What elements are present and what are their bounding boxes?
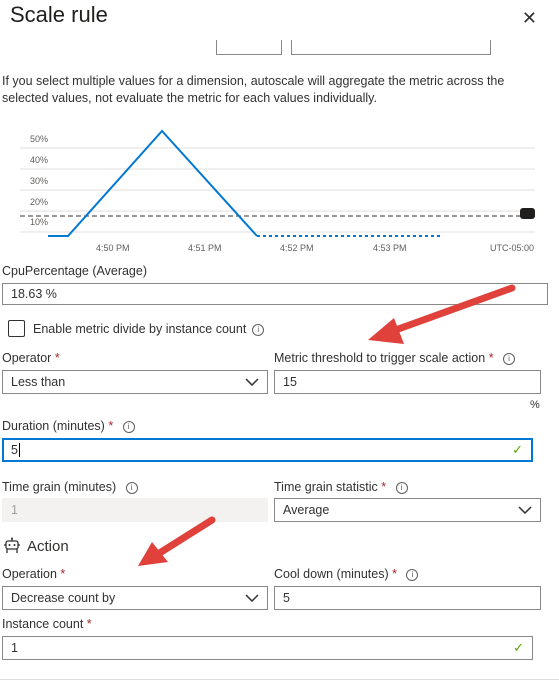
required-marker: * xyxy=(488,351,494,365)
operation-label-row: Operation * xyxy=(2,567,65,581)
operator-value: Less than xyxy=(11,375,66,389)
time-grain-statistic-label: Time grain statistic xyxy=(274,480,378,494)
instance-count-value: 1 xyxy=(11,641,18,655)
y-tick-50: 50% xyxy=(30,134,48,144)
checkmark-icon: ✓ xyxy=(513,640,524,655)
scrolled-dimension-operator[interactable] xyxy=(216,40,282,55)
time-grain-statistic-value: Average xyxy=(283,503,330,517)
operation-label: Operation xyxy=(2,567,57,581)
required-marker: * xyxy=(86,617,92,631)
time-grain-input: 1 xyxy=(2,498,268,522)
time-grain-value: 1 xyxy=(11,503,18,517)
time-grain-statistic-dropdown[interactable]: Average xyxy=(274,498,541,522)
chevron-down-icon xyxy=(245,594,259,602)
operation-dropdown[interactable]: Decrease count by xyxy=(2,586,268,610)
cool-down-value: 5 xyxy=(283,591,290,605)
y-tick-10: 10% xyxy=(30,217,48,227)
threshold-marker xyxy=(520,208,535,219)
divide-checkbox[interactable] xyxy=(8,320,25,337)
chevron-down-icon xyxy=(245,378,259,386)
cool-down-label-row: Cool down (minutes) * i xyxy=(274,567,419,581)
time-grain-label-row: Time grain (minutes) i xyxy=(2,480,138,494)
info-icon[interactable]: i xyxy=(122,420,135,433)
action-heading: Action xyxy=(27,538,69,555)
scrolled-dimension-values[interactable] xyxy=(291,40,491,55)
info-icon[interactable]: i xyxy=(252,323,265,336)
dimension-info-text: If you select multiple values for a dime… xyxy=(2,74,505,105)
required-marker: * xyxy=(54,351,60,365)
duration-label-row: Duration (minutes) * i xyxy=(2,419,135,433)
close-icon[interactable]: ✕ xyxy=(522,8,537,29)
chevron-down-icon xyxy=(518,506,532,514)
time-grain-label: Time grain (minutes) xyxy=(2,480,117,494)
threshold-input[interactable]: 15 xyxy=(274,370,541,394)
text-cursor xyxy=(18,443,20,457)
info-icon[interactable]: i xyxy=(503,352,516,365)
operator-dropdown[interactable]: Less than xyxy=(2,370,268,394)
duration-value: 5 xyxy=(11,443,18,457)
x-tick-453: 4:53 PM xyxy=(373,243,407,253)
required-marker: * xyxy=(108,419,114,433)
info-icon[interactable]: i xyxy=(406,568,419,581)
required-marker: * xyxy=(60,567,66,581)
x-tick-452: 4:52 PM xyxy=(280,243,314,253)
x-tick-451: 4:51 PM xyxy=(188,243,222,253)
instance-count-input[interactable]: 1 ✓ xyxy=(2,636,533,660)
instance-count-label: Instance count xyxy=(2,617,84,631)
robot-icon xyxy=(4,537,20,553)
threshold-label-row: Metric threshold to trigger scale action… xyxy=(274,351,516,365)
instance-count-label-row: Instance count * xyxy=(2,617,92,631)
operator-label: Operator xyxy=(2,351,52,365)
required-marker: * xyxy=(381,480,387,494)
timezone-label: UTC-05:00 xyxy=(490,243,534,253)
operator-label-row: Operator * xyxy=(2,351,60,365)
metric-value: 18.63 % xyxy=(11,287,57,301)
info-icon[interactable]: i xyxy=(125,481,138,494)
x-tick-450: 4:50 PM xyxy=(96,243,130,253)
bottom-divider xyxy=(0,679,559,680)
duration-label: Duration (minutes) xyxy=(2,419,105,433)
checkmark-icon: ✓ xyxy=(512,442,523,457)
threshold-unit: % xyxy=(530,399,540,411)
y-tick-20: 20% xyxy=(30,197,48,207)
divide-label-row: Enable metric divide by instance count i xyxy=(33,322,265,336)
cool-down-label: Cool down (minutes) xyxy=(274,567,389,581)
metric-chart: 50% 40% 30% 20% 10% 4:50 PM 4:51 PM 4:52… xyxy=(20,129,535,253)
series-line xyxy=(48,129,258,237)
threshold-value: 15 xyxy=(283,375,297,389)
cool-down-input[interactable]: 5 xyxy=(274,586,541,610)
operation-value: Decrease count by xyxy=(11,591,116,605)
metric-label: CpuPercentage (Average) xyxy=(2,264,147,278)
metric-value-field: 18.63 % xyxy=(2,283,548,305)
divide-label: Enable metric divide by instance count xyxy=(33,322,247,336)
info-icon[interactable]: i xyxy=(395,481,408,494)
chart-gridlines xyxy=(20,147,535,233)
y-tick-30: 30% xyxy=(30,176,48,186)
threshold-label: Metric threshold to trigger scale action xyxy=(274,351,486,365)
required-marker: * xyxy=(392,567,397,581)
panel-title: Scale rule xyxy=(10,2,108,27)
time-grain-statistic-label-row: Time grain statistic * i xyxy=(274,480,408,494)
y-tick-40: 40% xyxy=(30,155,48,165)
duration-input[interactable]: 5 ✓ xyxy=(2,438,533,462)
